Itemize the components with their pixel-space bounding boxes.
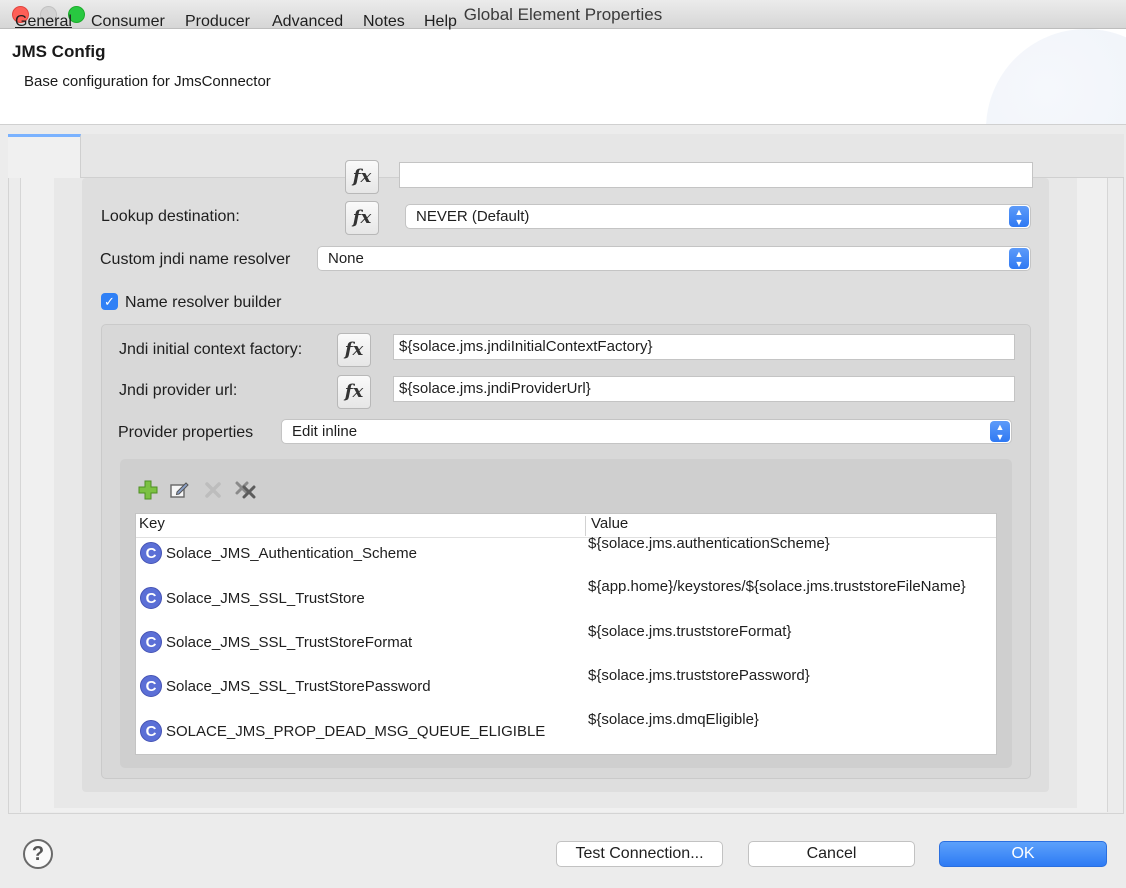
remove-all-icon[interactable] [234,479,256,501]
table-row-key[interactable]: C Solace_JMS_SSL_TrustStoreFormat [140,631,412,653]
row-key-text: Solace_JMS_SSL_TrustStorePassword [166,677,431,695]
chevron-updown-icon: ▲ ▼ [1009,206,1029,227]
dialog-header: JMS Config Base configuration for JmsCon… [0,29,1126,125]
class-icon: C [140,720,162,742]
jndi-factory-fx-button[interactable]: fx [337,333,371,367]
tab-consumer[interactable]: Consumer [91,13,165,31]
chevron-updown-icon: ▲ ▼ [990,421,1010,442]
help-icon[interactable]: ? [23,839,53,869]
dialog-description: Base configuration for JmsConnector [24,73,271,90]
window-titlebar: Global Element Properties [0,0,1126,29]
custom-jndi-label: Custom jndi name resolver [100,251,291,268]
table-row-value[interactable]: ${app.home}/keystores/${solace.jms.trust… [588,578,966,596]
provider-properties-value: Edit inline [292,423,358,440]
table-row-value[interactable]: ${solace.jms.truststoreFormat} [588,623,908,641]
jndi-factory-label: Jndi initial context factory: [119,341,303,358]
table-row-key[interactable]: C SOLACE_JMS_PROP_DEAD_MSG_QUEUE_ELIGIBL… [140,720,545,742]
row-key-text: Solace_JMS_SSL_TrustStore [166,589,365,607]
table-row-key[interactable]: C Solace_JMS_SSL_TrustStorePassword [140,675,431,697]
table-row-key[interactable]: C Solace_JMS_SSL_TrustStore [140,587,365,609]
window-title: Global Element Properties [463,5,663,24]
key-column-header[interactable]: Key [139,515,165,532]
table-row-value[interactable]: ${solace.jms.dmqEligible} [588,711,908,729]
jndi-url-label: Jndi provider url: [119,382,238,399]
delete-icon[interactable] [202,479,224,501]
edit-icon[interactable] [168,479,190,501]
table-row-value[interactable]: ${solace.jms.truststorePassword} [588,667,908,685]
custom-jndi-select[interactable]: None ▲ ▼ [317,246,1031,271]
row-key-text: Solace_JMS_SSL_TrustStoreFormat [166,633,413,651]
header-decoration [986,29,1126,124]
tab-general[interactable]: General [15,13,72,31]
row-key-text: Solace_JMS_Authentication_Scheme [166,544,417,562]
lookup-destination-select[interactable]: NEVER (Default) ▲ ▼ [405,204,1031,229]
dialog-title: JMS Config [12,42,106,61]
row-key-text: SOLACE_JMS_PROP_DEAD_MSG_QUEUE_ELIGIBLE [166,722,546,740]
value-column-header[interactable]: Value [591,515,628,532]
lookup-destination-value: NEVER (Default) [416,208,530,225]
tab-bar-mask [8,134,1124,178]
column-divider[interactable] [585,516,586,536]
custom-jndi-value: None [328,250,364,267]
tab-advanced[interactable]: Advanced [272,13,343,31]
jndi-url-fx-button[interactable]: fx [337,375,371,409]
tab-producer[interactable]: Producer [185,13,250,31]
name-resolver-builder-checkbox[interactable]: ✓ [101,293,118,310]
add-icon[interactable] [137,479,159,501]
provider-properties-label: Provider properties [118,424,254,441]
ok-button[interactable]: OK [939,841,1107,867]
jndi-url-input[interactable]: ${solace.jms.jndiProviderUrl} [393,376,1015,402]
name-resolver-builder-label: Name resolver builder [125,294,282,311]
lookup-destination-label: Lookup destination: [101,208,240,225]
jndi-factory-input[interactable]: ${solace.jms.jndiInitialContextFactory} [393,334,1015,360]
table-row-value[interactable]: ${solace.jms.authenticationScheme} [588,535,908,553]
lookup-destination-fx-button[interactable]: fx [345,201,379,235]
class-icon: C [140,631,162,653]
class-icon: C [140,587,162,609]
chevron-updown-icon: ▲ ▼ [1009,248,1029,269]
table-row-key[interactable]: C Solace_JMS_Authentication_Scheme [140,542,417,564]
test-connection-button[interactable]: Test Connection... [556,841,723,867]
provider-properties-select[interactable]: Edit inline ▲ ▼ [281,419,1012,444]
class-icon: C [140,542,162,564]
cancel-button[interactable]: Cancel [748,841,915,867]
class-icon: C [140,675,162,697]
tab-help[interactable]: Help [424,13,457,31]
tab-notes[interactable]: Notes [363,13,405,31]
provider-properties-table[interactable]: Key Value C Solace_JMS_Authentication_Sc… [135,513,997,755]
